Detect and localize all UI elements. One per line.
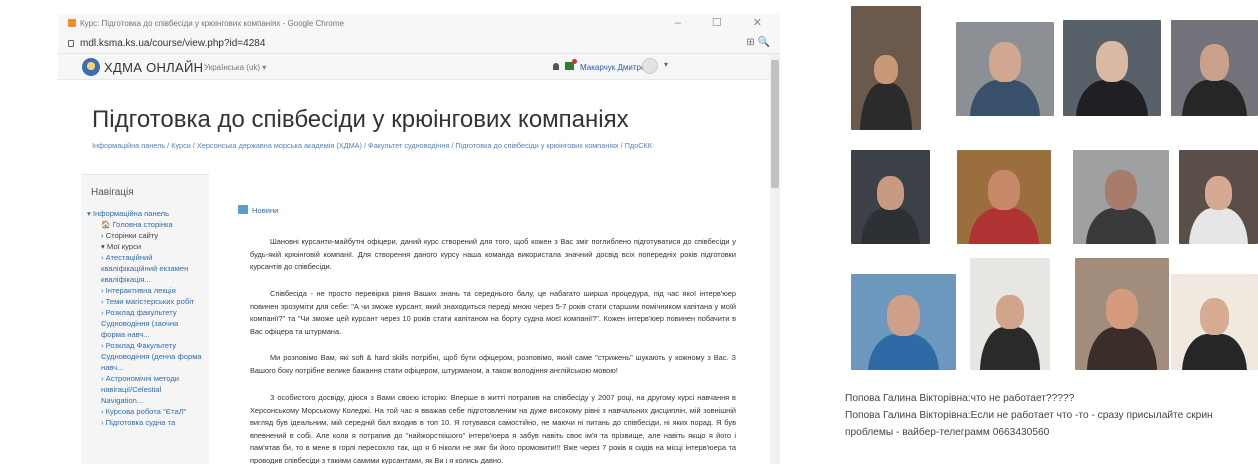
participant-face [1105,170,1137,211]
participant-face [887,294,920,336]
participant-face [1095,40,1129,82]
nav-item[interactable]: кваліфікаційний екзамен [87,263,209,274]
scrollbar-thumb[interactable] [771,60,779,188]
address-bar[interactable]: mdl.ksma.ks.ua/course/view.php?id=4284 ⊞… [58,34,780,54]
participant-body [1085,208,1157,244]
participant-video-tile[interactable] [1171,20,1258,116]
participant-body [860,208,921,244]
user-name[interactable]: Макарчук Дмитро [580,63,645,72]
nav-item[interactable]: › Розклад факультету [87,307,209,318]
nav-item[interactable]: навігації/Celestial [87,384,209,395]
participant-body [1076,79,1148,116]
navigation-block: Навігація ▾ Інформаційна панель 🏠 Головна… [81,174,209,464]
participant-video-tile[interactable] [957,150,1051,244]
window-controls[interactable]: – ☐ ✕ [675,16,776,29]
intro-paragraph-3: Ми розповімо Вам, які soft & hard skills… [250,353,736,375]
nav-item[interactable]: форма навч... [87,329,209,340]
participant-face [996,295,1024,330]
nav-item[interactable]: ▾ Інформаційна панель [87,208,209,219]
site-name[interactable]: ХДМА ОНЛАЙН [104,60,203,75]
chat-message: Попова Галина Вікторівна:что не работает… [845,393,1075,404]
nav-item[interactable]: › Атестаційний [87,252,209,263]
participant-video-tile[interactable] [1073,150,1169,244]
participant-video-tile[interactable] [851,274,956,370]
nav-item[interactable]: навч... [87,362,209,373]
chat-message: Попова Галина Вікторівна:Если не работае… [845,410,1213,438]
intro-paragraph-4: З особистого досвіду, діюся з Вами своєю… [250,393,736,464]
participant-face [1199,298,1230,336]
participant-video-tile[interactable] [1171,274,1258,370]
participant-body [969,80,1041,116]
intro-paragraph-2: Співбесіда - не просто перевірка рівня В… [250,289,736,336]
nav-item[interactable]: › Астрономічні методи [87,373,209,384]
participant-face [877,176,904,210]
language-selector[interactable]: Українська (uk) ▾ [204,63,266,72]
navigation-heading: Навігація [91,187,134,198]
window-title: Курс: Підготовка до співбесіди у крюінго… [80,19,344,28]
nav-item[interactable]: › Курсова робота "ЄтаЛ" [87,406,209,417]
nav-item[interactable]: Судноводіння (денна форма [87,351,209,362]
site-navbar: ХДМА ОНЛАЙН Українська (uk) ▾ Макарчук Д… [58,54,780,80]
participant-video-tile[interactable] [851,150,930,244]
nav-item[interactable]: › Інтерактивна лекція [87,285,209,296]
participant-face [989,42,1021,83]
participant-body [1181,333,1248,370]
participant-body [859,82,913,130]
chat-panel: Попова Галина Вікторівна:что не работает… [845,390,1258,441]
participant-body [980,327,1040,370]
notification-bell-icon[interactable] [553,63,559,70]
browser-title-bar: Курс: Підготовка до співбесіди у крюінго… [58,14,780,34]
nav-item[interactable]: 🏠 Головна сторінка [87,219,209,230]
participant-video-tile[interactable] [956,22,1054,116]
user-avatar[interactable] [642,58,658,74]
participant-video-tile[interactable] [851,6,921,130]
news-forum-link[interactable]: Новини [238,205,278,215]
participant-video-tile[interactable] [1063,20,1161,116]
favicon-icon [68,19,76,27]
participant-video-tile[interactable] [1075,258,1169,370]
url-text[interactable]: mdl.ksma.ks.ua/course/view.php?id=4284 [80,38,265,49]
nav-item[interactable]: › Теми магістерських робіт [87,296,209,307]
nav-item[interactable]: › Сторінки сайту [87,230,209,241]
user-menu-caret-icon[interactable]: ▾ [664,60,668,69]
nav-item[interactable]: › Підготовка судна та [87,417,209,428]
nav-item[interactable]: кваліфікація... [87,274,209,285]
participant-face [874,54,898,85]
messages-icon[interactable] [565,59,577,70]
nav-item[interactable]: Navigation... [87,395,209,406]
participant-body [1181,79,1248,116]
site-logo-icon[interactable] [82,58,100,76]
participant-video-tile[interactable] [1179,150,1258,244]
shared-screen: Курс: Підготовка до співбесіди у крюінго… [58,14,780,464]
intro-paragraph-1: Шановні курсанти-майбутні офіцери, даний… [250,237,736,272]
participant-video-tile[interactable] [970,258,1050,370]
participant-body [1188,208,1249,244]
navigation-tree: ▾ Інформаційна панель 🏠 Головна сторінка ›… [87,208,209,428]
participant-face [988,170,1020,211]
participant-body [1086,327,1158,370]
participant-face [1205,176,1232,210]
nav-item[interactable]: › Розклад Факультету [87,340,209,351]
participant-body [867,333,940,370]
page-scrollbar[interactable] [770,54,780,464]
participant-face [1106,289,1138,330]
participant-body [968,208,1040,244]
nav-item[interactable]: Судноводіння (заочна [87,318,209,329]
breadcrumb[interactable]: Інформаційна панель / Курси / Херсонська… [92,141,652,150]
page-title: Підготовка до співбесіди у крюінгових ко… [92,106,629,133]
url-bar-icons[interactable]: ⊞ 🔍 [746,37,770,48]
nav-item[interactable]: ▾ Мої курси [87,241,209,252]
participant-face [1199,44,1230,82]
lock-icon [68,40,74,47]
